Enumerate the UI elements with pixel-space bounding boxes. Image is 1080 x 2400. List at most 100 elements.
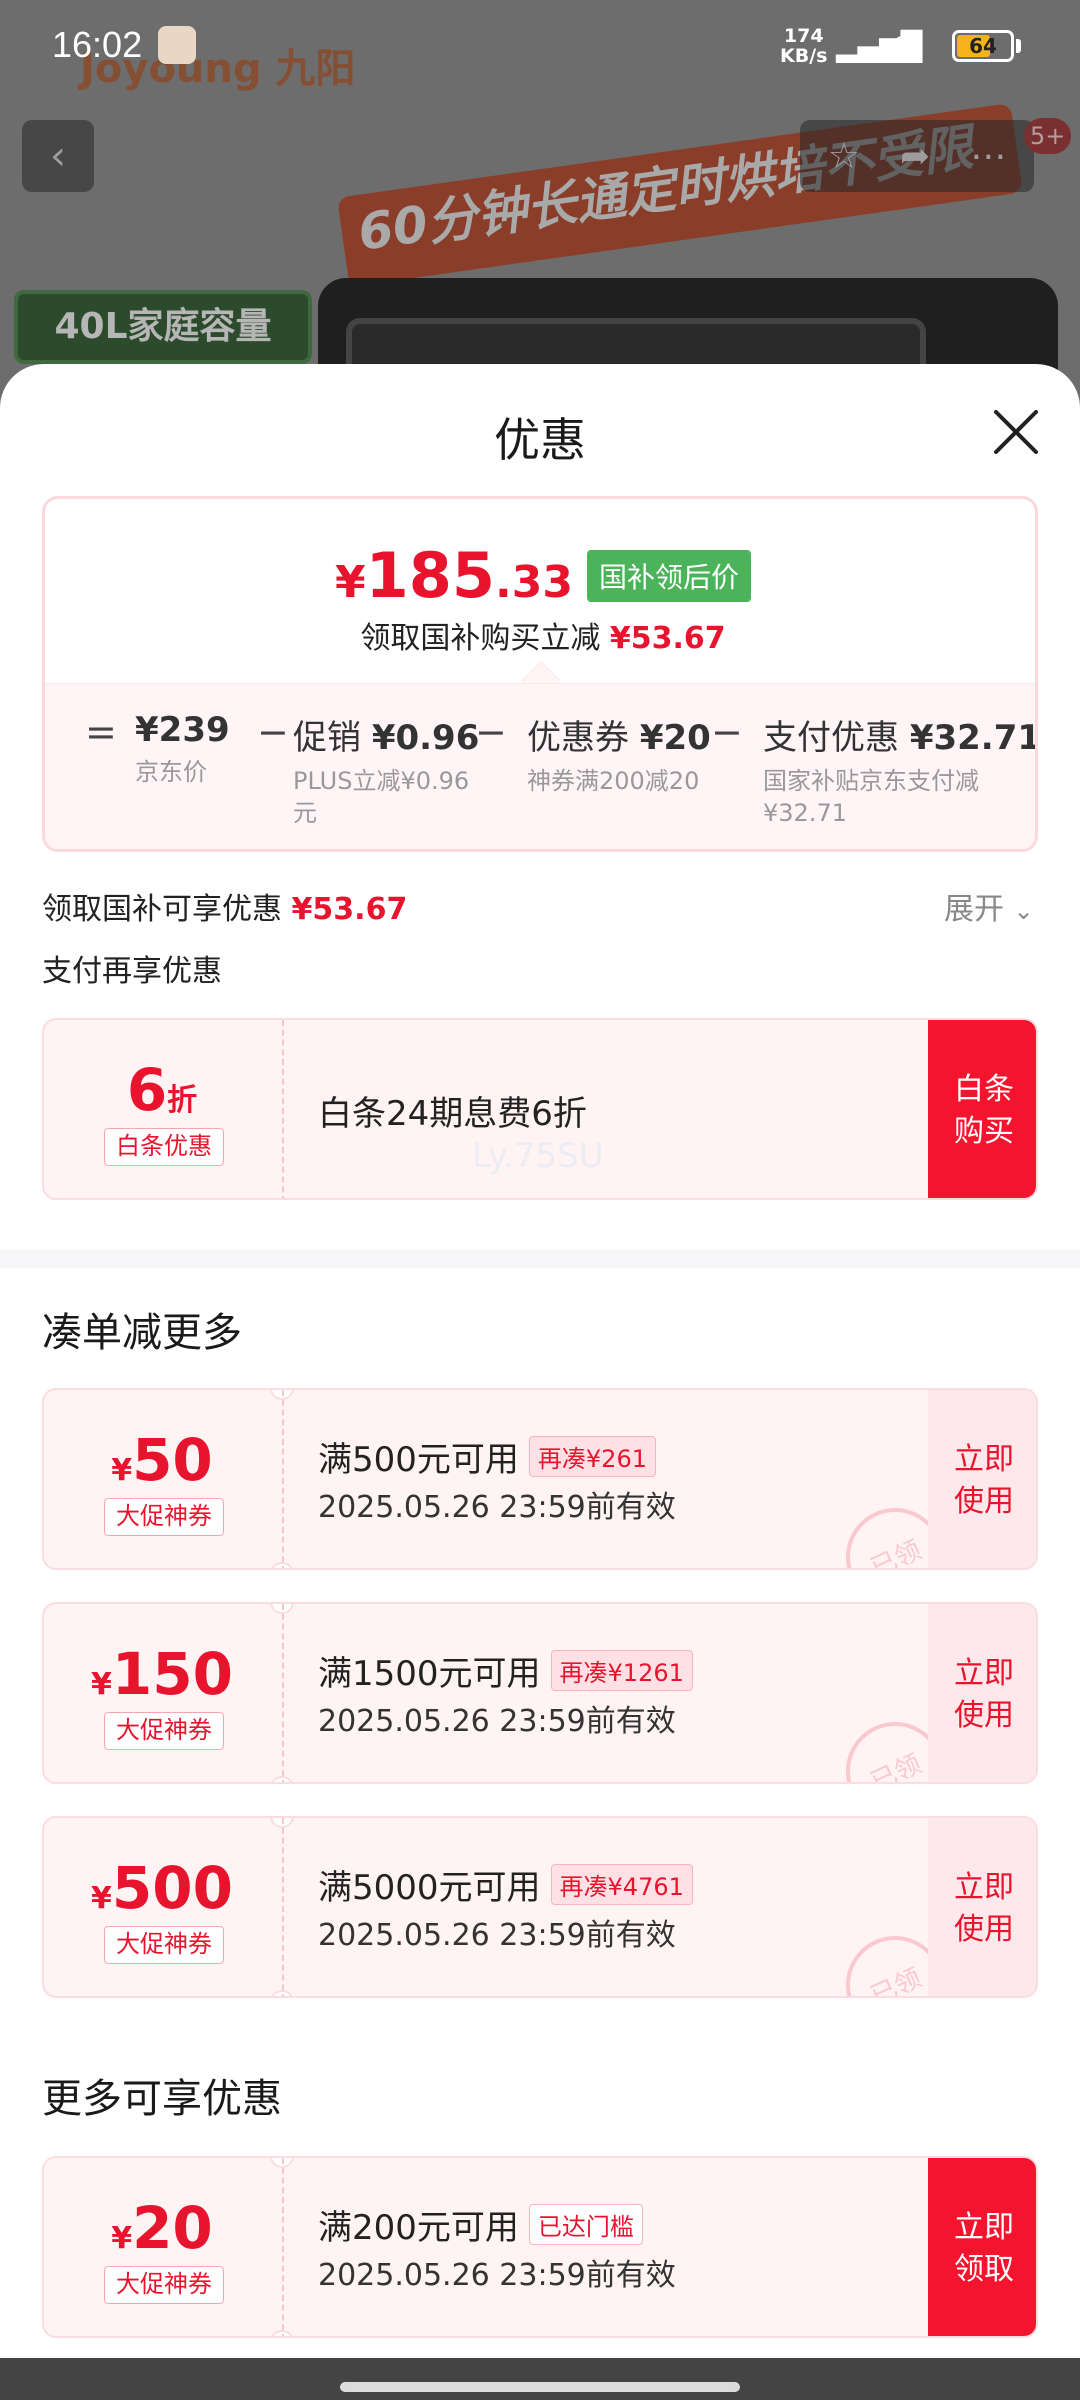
coupon-condition: 满1500元可用 再凑¥1261: [318, 1646, 693, 1695]
coupon-condition: 满200元可用 已达门槛: [318, 2200, 643, 2249]
coupon-amount: ¥500: [91, 1854, 233, 1922]
payment-label: 支付优惠: [763, 718, 899, 758]
share-icon[interactable]: ➦: [900, 136, 930, 177]
baitiao-offer-card: 6折 白条优惠 白条24期息费6折 Ly.75SU 白条购买: [42, 1018, 1038, 1200]
threshold-met-chip: 已达门槛: [528, 2204, 643, 2245]
use-coupon-button[interactable]: 立即使用: [928, 1604, 1036, 1782]
wifi-icon: ◠: [890, 26, 918, 64]
back-button[interactable]: ‹: [22, 120, 94, 192]
use-coupon-label: 立即使用: [954, 1442, 1014, 1519]
coupon-amount-value: 150: [111, 1640, 233, 1708]
coupon-amount: ¥50: [111, 1426, 213, 1494]
expand-button[interactable]: 展开 ⌄: [944, 884, 1034, 928]
price-currency: ¥: [334, 557, 366, 608]
battery-tip: [1016, 39, 1021, 53]
sheet-title: 优惠: [494, 413, 586, 467]
coupon-divider: [282, 2158, 284, 2336]
home-indicator[interactable]: [340, 2382, 740, 2392]
discount-sheet: 优惠 ¥ 185 .33 国补领后价 领取国补购买立减 ¥53.67 = ¥23…: [0, 364, 1080, 2400]
net-speed-value: 174: [783, 25, 824, 47]
final-price: ¥ 185 .33 国补领后价: [45, 539, 1035, 612]
coupon-value-area: ¥20 大促神券: [44, 2158, 280, 2336]
net-speed-unit: KB/s: [780, 45, 828, 67]
coupon-tag: 大促神券: [104, 1926, 224, 1964]
close-icon[interactable]: [988, 404, 1044, 460]
coupon-threshold: 满500元可用: [318, 1440, 519, 1480]
coupon-tag: 大促神券: [104, 1498, 224, 1536]
claim-coupon-label: 立即领取: [954, 2210, 1014, 2287]
coupon-amount: ¥20: [111, 2194, 213, 2262]
coupon-value: ¥20: [639, 718, 711, 758]
coupon-amount: ¥150: [91, 1640, 233, 1708]
coupon-validity: 2025.05.26 23:59前有效: [318, 2258, 676, 2293]
network-speed: 174 KB/s: [780, 26, 827, 66]
coupon-condition: 满500元可用 再凑¥261: [318, 1432, 656, 1481]
app-notification-icon: [158, 26, 196, 64]
use-coupon-label: 立即使用: [954, 1656, 1014, 1733]
more-icon[interactable]: ⋯: [970, 136, 1006, 177]
use-coupon-button[interactable]: 立即使用: [928, 1390, 1036, 1568]
equals-sign: =: [85, 710, 117, 754]
coupon-amount-value: 500: [111, 1854, 233, 1922]
coupon-desc: 神券满200减20: [527, 767, 700, 795]
subsidy-label: 领取国补可享优惠: [42, 892, 282, 927]
coupon-card: ¥500 大促神券 满5000元可用 再凑¥4761 2025.05.26 23…: [42, 1816, 1038, 1998]
coupon-threshold: 满1500元可用: [318, 1654, 541, 1694]
coupon-divider: [282, 1818, 284, 1996]
navigation-bar: [0, 2358, 1080, 2400]
payment-desc: 国家补贴京东支付减¥32.71: [763, 767, 979, 827]
minus-sign: −: [475, 710, 507, 754]
section-divider: [0, 1250, 1080, 1268]
jd-price-label: 京东价: [135, 758, 207, 786]
claim-coupon-button[interactable]: 立即领取: [928, 2158, 1036, 2336]
chevron-down-icon: ⌄: [1013, 897, 1034, 925]
breakdown-promo: 促销 ¥0.96 PLUS立减¥0.96元: [293, 710, 479, 829]
star-icon[interactable]: ☆: [828, 136, 860, 177]
price-decimal: .33: [495, 557, 573, 608]
baitiao-buy-label: 白条购买: [954, 1072, 1014, 1149]
clock: 16:02: [52, 24, 143, 65]
subsidy-amount: ¥53.67: [291, 892, 408, 927]
coupon-card: ¥150 大促神券 满1500元可用 再凑¥1261 2025.05.26 23…: [42, 1602, 1038, 1784]
coupon-value-area: ¥500 大促神券: [44, 1818, 280, 1996]
coupon-gap-chip: 再凑¥4761: [550, 1864, 693, 1905]
watermark: Ly.75SU: [472, 1136, 604, 1176]
battery-icon: 64: [952, 30, 1014, 62]
promo-value: ¥0.96: [371, 718, 480, 758]
use-coupon-label: 立即使用: [954, 1870, 1014, 1947]
coupon-tag: 大促神券: [104, 1712, 224, 1750]
coupon-gap-chip: 再凑¥261: [528, 1436, 656, 1477]
coupon-divider: [282, 1390, 284, 1568]
coupon-divider: [282, 1020, 284, 1198]
baitiao-discount: 6折: [44, 1056, 280, 1124]
more-offers-title: 更多可享优惠: [42, 2076, 282, 2122]
status-bar: 16:02 174 KB/s ▂▄▆█ ◠ 64: [0, 0, 1080, 92]
baitiao-discount-unit: 折: [167, 1083, 198, 1118]
coupon-label: 优惠券: [527, 718, 629, 758]
coupon-condition: 满5000元可用 再凑¥4761: [318, 1860, 693, 1909]
coupon-validity: 2025.05.26 23:59前有效: [318, 1490, 676, 1525]
breakdown-jd-price: ¥239 京东价: [135, 710, 230, 788]
top-toolbar: ☆ ➦ ⋯: [800, 120, 1034, 192]
saving-label: 领取国补购买立减: [360, 621, 601, 656]
baitiao-discount-value: 6: [126, 1056, 168, 1124]
coupon-threshold: 满5000元可用: [318, 1868, 541, 1908]
pay-section-title: 支付再享优惠: [42, 954, 222, 989]
baitiao-title: 白条24期息费6折: [318, 1094, 587, 1134]
baitiao-buy-button[interactable]: 白条购买: [928, 1020, 1036, 1198]
saving-amount: ¥53.67: [609, 621, 726, 656]
minus-sign: −: [257, 710, 289, 754]
coupon-threshold: 满200元可用: [318, 2208, 519, 2248]
price-saving-line: 领取国补购买立减 ¥53.67: [45, 613, 1035, 657]
price-breakdown: = ¥239 京东价 − 促销 ¥0.96 PLUS立减¥0.96元 − 优惠券…: [45, 683, 1035, 849]
breakdown-payment: 支付优惠 ¥32.71 国家补贴京东支付减¥32.71: [763, 710, 1035, 829]
price-integer: 185: [365, 539, 496, 612]
promo-label: 促销: [293, 718, 361, 758]
coupon-value-area: ¥50 大促神券: [44, 1390, 280, 1568]
coupon-tag: 大促神券: [104, 2266, 224, 2304]
coupon-validity: 2025.05.26 23:59前有效: [318, 1704, 676, 1739]
use-coupon-button[interactable]: 立即使用: [928, 1818, 1036, 1996]
coupon-divider: [282, 1604, 284, 1782]
cart-badge: 5+: [1024, 118, 1072, 154]
coupon-gap-chip: 再凑¥1261: [550, 1650, 693, 1691]
